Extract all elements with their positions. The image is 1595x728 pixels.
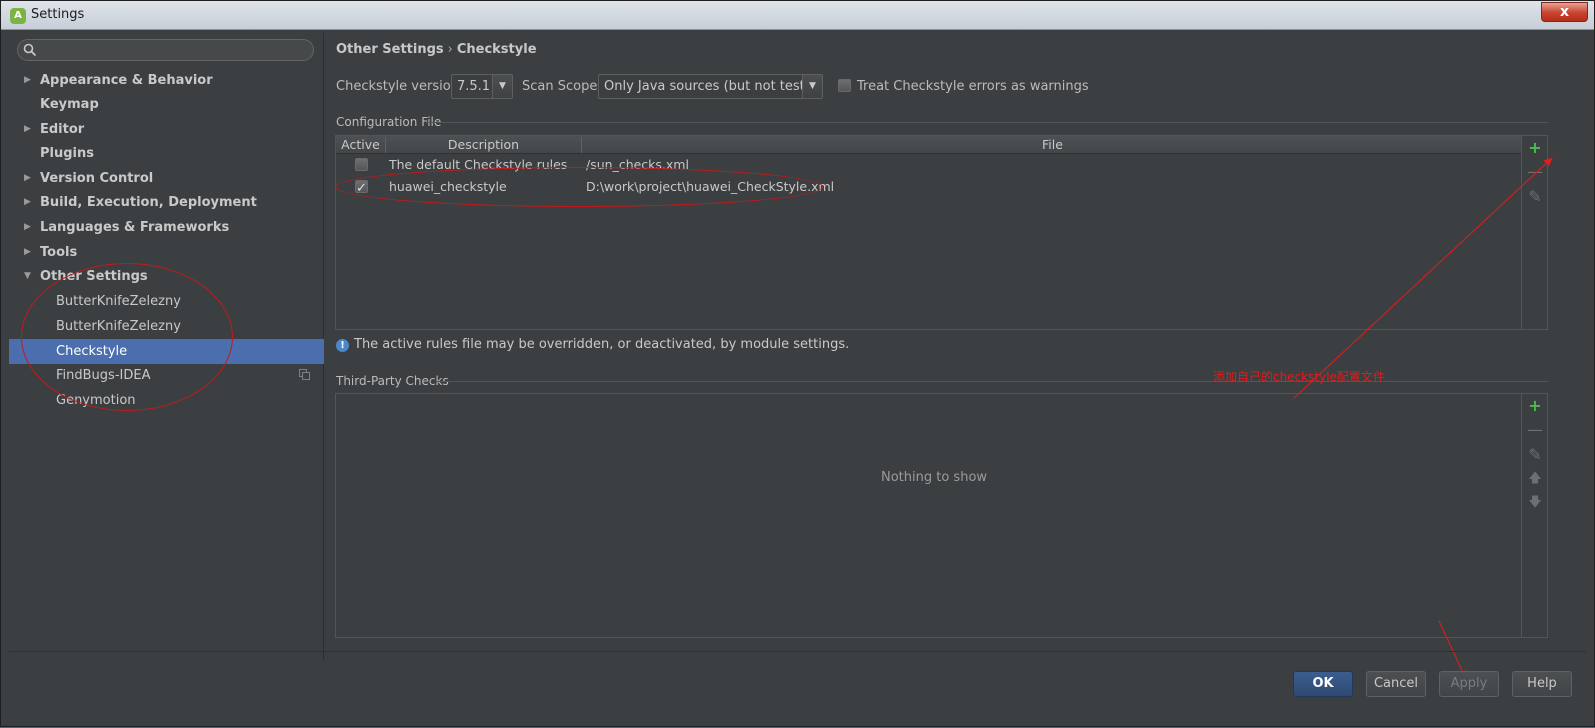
close-button[interactable]: x — [1541, 2, 1588, 22]
chevron-down-icon: ▼ — [492, 75, 512, 98]
expand-arrow-icon: ▶ — [24, 173, 31, 183]
info-icon: ! — [336, 339, 349, 352]
sidebar-item-label: Tools — [40, 245, 78, 260]
breadcrumb-parent: Other Settings — [336, 42, 444, 57]
row-active-checkbox[interactable] — [355, 158, 368, 171]
expand-arrow-icon: ▶ — [24, 247, 31, 257]
scan-scope-label: Scan Scope: — [522, 79, 602, 94]
move-up-icon[interactable]: 🡅 — [1527, 471, 1543, 487]
sidebar-item-label: Version Control — [40, 171, 154, 186]
sidebar-item-appearance[interactable]: ▶ Appearance & Behavior — [9, 68, 324, 93]
group-divider — [426, 122, 1548, 123]
table-header: Active Description File — [336, 136, 1523, 154]
help-button[interactable]: Help — [1512, 671, 1572, 697]
scan-scope-value: Only Java sources (but not tests) — [604, 79, 817, 94]
annotation-oval-plugins — [21, 263, 233, 411]
treat-errors-as-warnings-checkbox[interactable] — [838, 79, 851, 92]
sidebar-item-languages[interactable]: ▶ Languages & Frameworks — [9, 215, 324, 240]
expand-arrow-icon: ▶ — [24, 222, 31, 232]
title-bar: A Settings x — [1, 1, 1594, 30]
configuration-file-table: Active Description File The default Chec… — [335, 135, 1548, 330]
column-header-active[interactable]: Active — [336, 137, 386, 153]
sidebar-item-tools[interactable]: ▶ Tools — [9, 240, 324, 265]
expand-arrow-icon: ▶ — [24, 75, 31, 85]
third-party-toolbar: + — ✎ 🡅 🡇 — [1521, 394, 1547, 637]
search-input[interactable] — [17, 39, 314, 61]
bottom-divider — [9, 651, 1586, 652]
sidebar-item-build[interactable]: ▶ Build, Execution, Deployment — [9, 190, 324, 215]
sidebar-item-version-control[interactable]: ▶ Version Control — [9, 166, 324, 191]
apply-button[interactable]: Apply — [1439, 671, 1499, 697]
breadcrumb: Other Settings › Checkstyle — [336, 42, 537, 57]
project-settings-copy-icon — [299, 369, 310, 380]
empty-state-text: Nothing to show — [881, 470, 988, 485]
breadcrumb-current: Checkstyle — [456, 42, 537, 57]
add-icon[interactable]: + — [1527, 140, 1543, 156]
configuration-toolbar: + — ✎ — [1521, 136, 1547, 329]
settings-window: A Settings x ▶ Appearance & Behavior Key… — [0, 0, 1595, 727]
checkstyle-panel: Other Settings › Checkstyle Checkstyle ver… — [325, 33, 1585, 660]
sidebar-item-label: Languages & Frameworks — [40, 220, 230, 235]
sidebar-item-editor[interactable]: ▶ Editor — [9, 117, 324, 142]
treat-errors-as-warnings-label: Treat Checkstyle errors as warnings — [857, 79, 1089, 94]
scan-scope-select[interactable]: Only Java sources (but not tests) ▼ — [598, 74, 823, 99]
annotation-text: 添加自己的checkstyle配置文件 — [1213, 370, 1385, 384]
search-icon — [23, 43, 37, 57]
sidebar-item-label: Appearance & Behavior — [40, 73, 213, 88]
cancel-button[interactable]: Cancel — [1366, 671, 1426, 697]
checkstyle-version-value: 7.5.1 — [457, 79, 491, 94]
expand-arrow-icon: ▶ — [24, 197, 31, 207]
edit-icon[interactable]: ✎ — [1527, 447, 1543, 463]
third-party-checks-list: Nothing to show + — ✎ 🡅 🡇 — [335, 393, 1548, 638]
edit-icon[interactable]: ✎ — [1527, 189, 1543, 205]
chevron-down-icon: ▼ — [802, 75, 822, 98]
sidebar-item-label: Keymap — [40, 97, 99, 112]
third-party-group-title: Third-Party Checks — [336, 374, 449, 388]
android-studio-icon: A — [10, 8, 26, 24]
ok-button[interactable]: OK — [1293, 671, 1353, 697]
sidebar-item-label: Plugins — [40, 146, 94, 161]
checkstyle-version-select[interactable]: 7.5.1 ▼ — [451, 74, 513, 99]
info-message: The active rules file may be overridden,… — [354, 337, 850, 352]
sidebar-item-label: Editor — [40, 122, 85, 137]
sidebar-item-plugins[interactable]: Plugins — [9, 141, 324, 166]
move-down-icon[interactable]: 🡇 — [1527, 495, 1543, 511]
checkstyle-version-label: Checkstyle version: — [336, 79, 464, 94]
add-icon[interactable]: + — [1527, 398, 1543, 414]
annotation-oval-row — [335, 167, 823, 207]
column-header-description[interactable]: Description — [386, 137, 582, 153]
remove-icon[interactable]: — — [1527, 164, 1543, 180]
expand-arrow-icon: ▶ — [24, 124, 31, 134]
settings-sidebar: ▶ Appearance & Behavior Keymap ▶ Editor … — [9, 33, 324, 660]
column-header-file[interactable]: File — [582, 137, 1523, 153]
window-title: Settings — [31, 7, 85, 22]
sidebar-item-label: Build, Execution, Deployment — [40, 195, 257, 210]
remove-icon[interactable]: — — [1527, 422, 1543, 438]
sidebar-item-keymap[interactable]: Keymap — [9, 92, 324, 117]
breadcrumb-separator: › — [447, 42, 453, 57]
collapse-arrow-icon: ▼ — [24, 271, 31, 281]
